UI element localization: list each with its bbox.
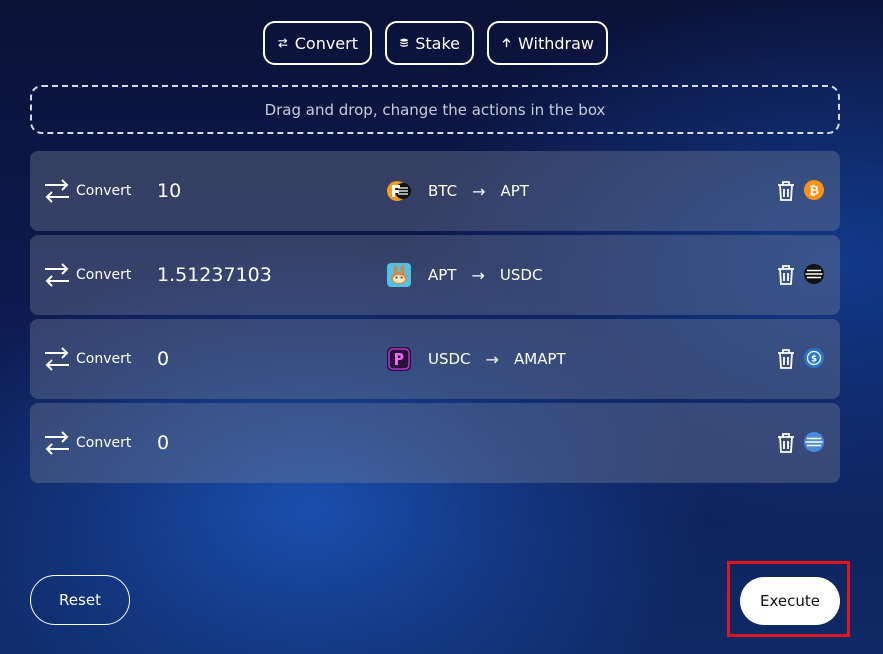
from-token: APT (428, 266, 457, 284)
amount-value[interactable]: 0 (157, 348, 169, 370)
usdc-icon: $ (804, 348, 824, 368)
action-label: Convert (76, 351, 132, 367)
reset-label: Reset (59, 591, 101, 609)
action-label: Convert (76, 435, 132, 451)
arrow-right-icon: → (471, 265, 485, 285)
swap-arrows-icon (45, 347, 69, 371)
fire-coin-icon (387, 181, 411, 201)
convert-button[interactable]: Convert (263, 21, 372, 65)
withdraw-button[interactable]: Withdraw (487, 21, 608, 65)
action-label: Convert (76, 183, 132, 199)
reset-button[interactable]: Reset (30, 575, 130, 625)
amount-value[interactable]: 10 (157, 180, 181, 202)
withdraw-label: Withdraw (518, 33, 594, 53)
arrow-right-icon: → (485, 349, 499, 369)
swap-arrows-icon (45, 179, 69, 203)
trash-icon[interactable] (776, 348, 796, 370)
amount-value[interactable]: 1.51237103 (157, 264, 272, 286)
arrow-right-icon: → (472, 181, 486, 201)
execute-button[interactable]: Execute (740, 577, 840, 625)
action-label: Convert (76, 267, 132, 283)
execute-label: Execute (760, 592, 820, 610)
swap-arrows-icon (45, 431, 69, 455)
convert-label: Convert (294, 33, 358, 53)
pancake-bunny-icon (387, 263, 411, 287)
bitcoin-icon: ₿ (804, 180, 824, 200)
to-token: USDC (499, 266, 543, 284)
action-list: Convert 10 BTC → APT ₿ Convert 1.5123710… (30, 151, 840, 487)
action-row[interactable]: Convert 1.51237103 APT → USDC (30, 235, 840, 315)
trash-icon[interactable] (776, 180, 796, 202)
drop-zone[interactable]: Drag and drop, change the actions in the… (30, 85, 840, 134)
from-token: USDC (428, 350, 471, 368)
trash-icon[interactable] (776, 432, 796, 454)
to-token: AMAPT (513, 350, 566, 368)
stake-label: Stake (415, 33, 460, 53)
to-token: APT (500, 182, 529, 200)
arrow-up-icon (502, 37, 511, 48)
stake-button[interactable]: Stake (385, 21, 474, 65)
aptos-icon (804, 264, 824, 284)
svg-text:₿: ₿ (809, 184, 819, 198)
amount-value[interactable]: 0 (157, 432, 169, 454)
swap-arrows-icon (45, 263, 69, 287)
amapt-icon (804, 432, 824, 452)
drop-zone-text: Drag and drop, change the actions in the… (264, 100, 606, 119)
token-pair: USDC → AMAPT (387, 347, 566, 371)
from-token: BTC (428, 182, 458, 200)
action-row[interactable]: Convert 0 (30, 403, 840, 483)
coins-stack-icon (400, 38, 408, 47)
token-pair: APT → USDC (387, 263, 542, 287)
action-row[interactable]: Convert 0 USDC → AMAPT $ (30, 319, 840, 399)
svg-text:$: $ (811, 355, 817, 365)
action-row[interactable]: Convert 10 BTC → APT ₿ (30, 151, 840, 231)
action-toolbar: Convert Stake Withdraw (263, 21, 608, 65)
amnis-logo-icon (387, 347, 411, 371)
trash-icon[interactable] (776, 264, 796, 286)
swap-arrows-icon (278, 38, 288, 48)
token-pair: BTC → APT (387, 179, 529, 203)
